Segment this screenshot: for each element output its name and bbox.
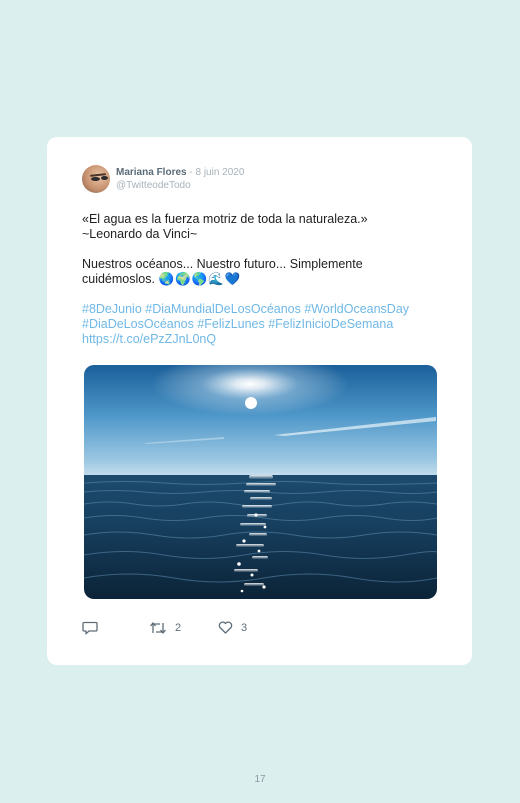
tweet-date[interactable]: 8 juin 2020: [195, 167, 244, 178]
retweet-button[interactable]: 2: [149, 621, 181, 635]
emoji-sequence: 🌏🌍🌎🌊💙: [158, 272, 242, 286]
page-number: 17: [254, 774, 266, 785]
like-count: 3: [241, 621, 248, 634]
hashtags-line-2[interactable]: #DiaDeLosOcéanos #FelizLunes #FelizInici…: [82, 317, 442, 332]
tweet-link[interactable]: https://t.co/ePzZJnL0nQ: [82, 332, 442, 347]
body-line: Nuestros océanos... Nuestro futuro... Si…: [82, 257, 363, 271]
avatar[interactable]: [82, 165, 110, 193]
body-line-2: cuidémoslos. 🌏🌍🌎🌊💙: [82, 272, 442, 287]
author-line: Mariana Flores - 8 juin 2020: [116, 167, 244, 178]
ocean-horizon-photo[interactable]: [84, 365, 437, 599]
tweet-card: Mariana Flores - 8 juin 2020 @TwitteodeT…: [47, 137, 472, 665]
tweet-actions: 2 3: [82, 621, 442, 639]
tweet-text: «El agua es la fuerza motriz de toda la …: [82, 212, 442, 347]
comment-icon: [82, 621, 98, 635]
heart-icon: [218, 621, 233, 634]
retweet-icon: [150, 621, 166, 635]
author-handle[interactable]: @TwitteodeTodo: [116, 180, 191, 191]
author-name[interactable]: Mariana Flores: [116, 167, 187, 178]
reply-button[interactable]: [82, 621, 98, 635]
body-line-2-text: cuidémoslos.: [82, 272, 159, 286]
hashtags-line[interactable]: #8DeJunio #DiaMundialDeLosOcéanos #World…: [82, 302, 442, 317]
retweet-count: 2: [175, 622, 182, 634]
like-button[interactable]: 3: [218, 621, 247, 634]
quote-line: «El agua es la fuerza motriz de toda la …: [82, 212, 368, 226]
quote-author-line: ~Leonardo da Vinci~: [82, 227, 198, 241]
